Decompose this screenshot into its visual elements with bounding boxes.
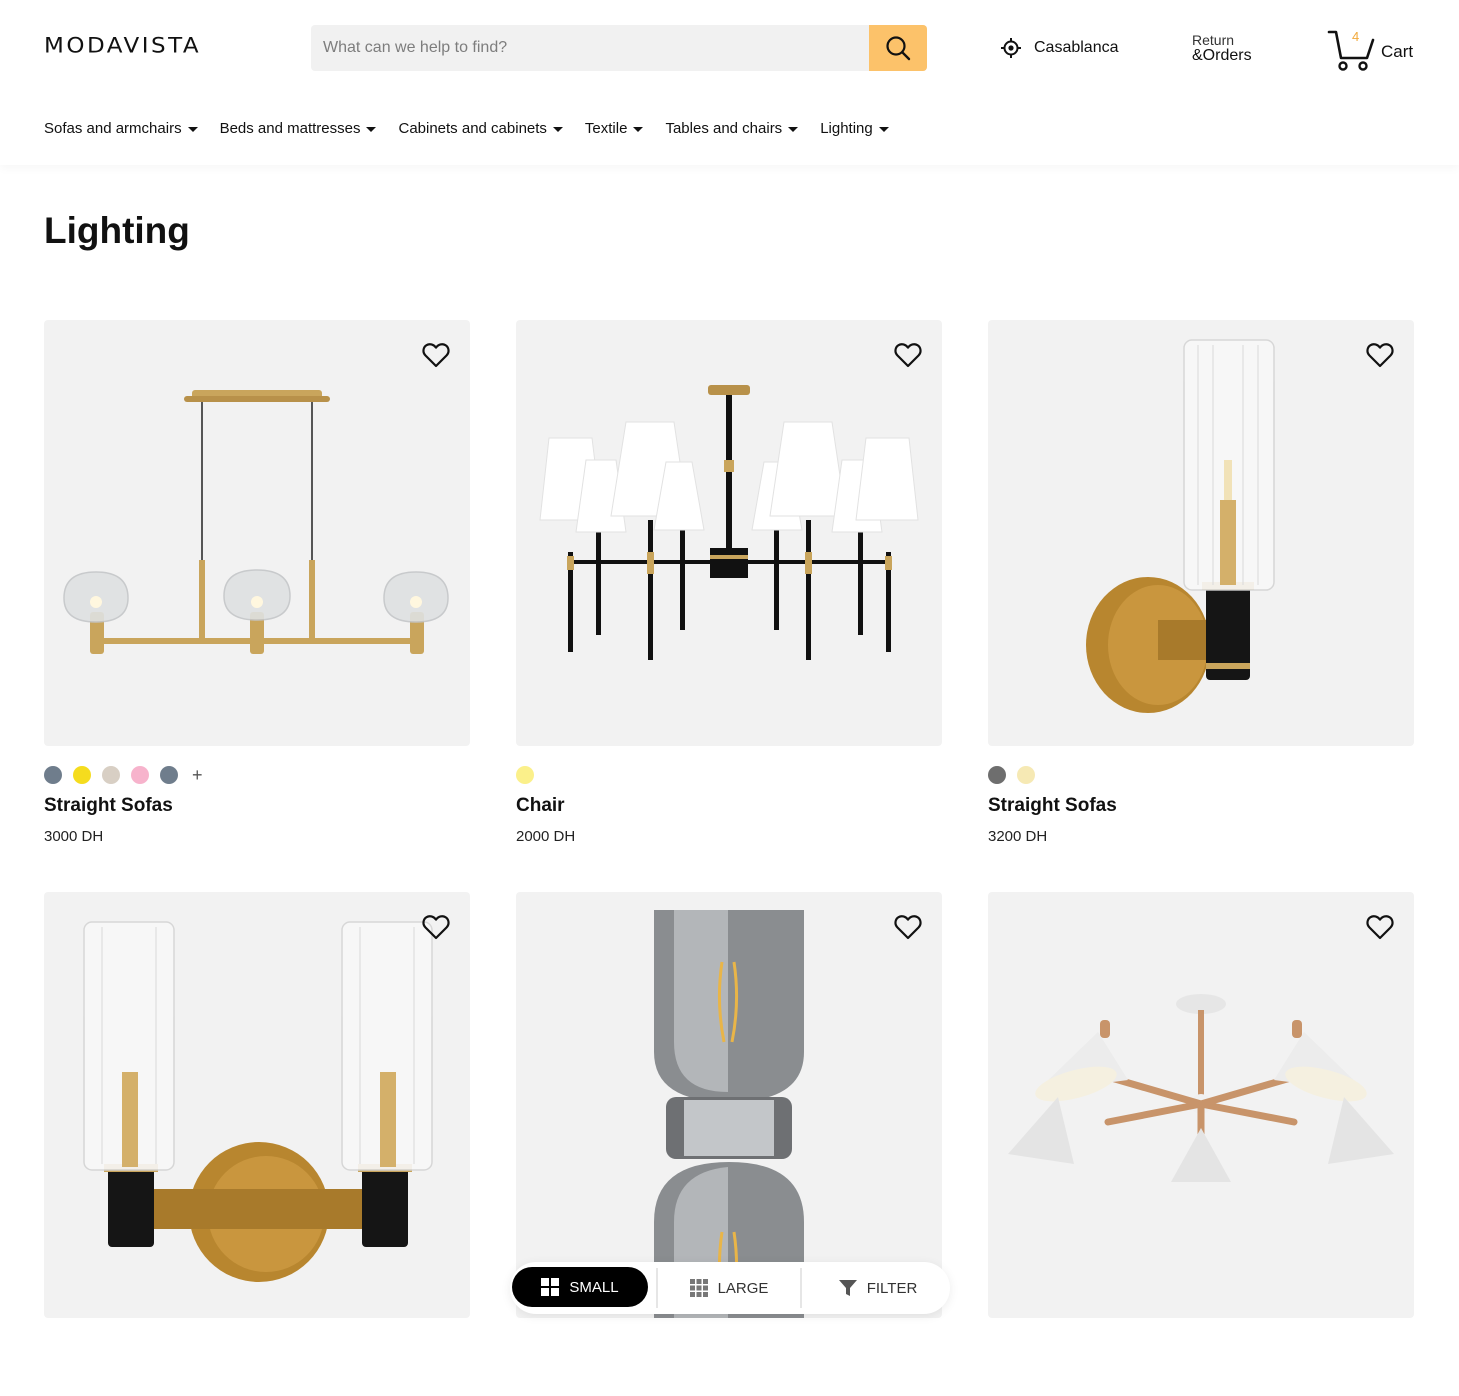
heart-icon[interactable] (1366, 914, 1394, 940)
product-price: 3200 DH (988, 828, 1048, 845)
product-image[interactable] (988, 892, 1414, 1318)
orders-line1: Return (1192, 32, 1235, 48)
view-large-label: LARGE (717, 1279, 769, 1297)
color-swatches (988, 766, 1414, 784)
cart-label: Cart (1381, 42, 1414, 61)
product-card[interactable] (44, 892, 470, 1318)
product-name[interactable]: Straight Sofas (44, 795, 470, 817)
heart-icon[interactable] (894, 342, 922, 368)
cart-count-badge: 4 (1352, 29, 1360, 44)
color-swatch[interactable] (131, 766, 149, 784)
caret-down-icon (633, 127, 644, 132)
view-small-label: SMALL (569, 1278, 619, 1296)
site-header: MODAVISTA Casablanca Return &Orders (0, 0, 1459, 165)
returns-orders-link[interactable]: Return &Orders (1192, 33, 1252, 64)
nav-item-tables[interactable]: Tables and chairs (665, 120, 799, 137)
cart-button[interactable]: 4 Cart (1327, 28, 1422, 74)
nav-label: Tables and chairs (665, 120, 783, 137)
search-bar (311, 25, 927, 71)
product-name[interactable]: Chair (516, 795, 942, 817)
product-image[interactable] (516, 320, 942, 746)
color-swatch[interactable] (102, 766, 120, 784)
color-swatch[interactable] (73, 766, 91, 784)
caret-down-icon (366, 127, 377, 132)
product-card[interactable]: + Straight Sofas 3000 DH (44, 320, 470, 845)
color-swatch[interactable] (160, 766, 178, 784)
product-card[interactable] (988, 892, 1414, 1318)
heart-icon[interactable] (422, 914, 450, 940)
orders-line2: &Orders (1192, 46, 1252, 64)
heart-icon[interactable] (422, 342, 450, 368)
heart-icon[interactable] (1366, 342, 1394, 368)
product-price: 2000 DH (516, 828, 576, 845)
caret-down-icon (878, 127, 889, 132)
nav-item-textile[interactable]: Textile (585, 120, 644, 137)
nav-label: Lighting (820, 120, 873, 137)
chandelier-icon (539, 385, 919, 660)
more-colors-button[interactable]: + (192, 766, 203, 784)
product-image[interactable] (44, 892, 470, 1318)
nav-label: Cabinets and cabinets (398, 120, 547, 137)
caret-down-icon (552, 127, 563, 132)
filter-button[interactable]: FILTER (806, 1268, 950, 1308)
color-swatch[interactable] (1017, 766, 1035, 784)
nav-item-sofas[interactable]: Sofas and armchairs (44, 120, 198, 137)
double-sconce-icon (83, 921, 433, 1282)
wall-sconce-icon (1086, 339, 1275, 713)
nav-item-cabinets[interactable]: Cabinets and cabinets (398, 120, 563, 137)
color-swatches: + (44, 766, 470, 784)
category-nav: Sofas and armchairs Beds and mattresses … (44, 120, 911, 137)
color-swatches (516, 766, 942, 784)
product-name[interactable]: Straight Sofas (988, 795, 1414, 817)
page-title: Lighting (44, 210, 190, 251)
product-card[interactable]: Straight Sofas 3200 DH (988, 320, 1414, 845)
product-image[interactable] (44, 320, 470, 746)
location-label: Casablanca (1034, 39, 1119, 56)
color-swatch[interactable] (988, 766, 1006, 784)
site-logo[interactable]: MODAVISTA (44, 34, 201, 58)
heart-icon[interactable] (894, 914, 922, 940)
nav-label: Beds and mattresses (219, 120, 361, 137)
chrome-pendant-icon (654, 910, 804, 1318)
product-card[interactable]: Chair 2000 DH (516, 320, 942, 845)
search-icon (886, 36, 911, 61)
caret-down-icon (187, 127, 198, 132)
nav-item-beds[interactable]: Beds and mattresses (220, 120, 377, 137)
toolbar-divider (656, 1268, 658, 1308)
nav-label: Sofas and armchairs (44, 120, 182, 137)
product-image[interactable] (988, 320, 1414, 746)
cone-chandelier-icon (1008, 994, 1394, 1182)
filter-funnel-icon (838, 1280, 857, 1296)
view-large-button[interactable]: LARGE (658, 1268, 802, 1308)
product-price: 3000 DH (44, 828, 104, 845)
linear-pendant-icon (63, 390, 449, 654)
view-small-button[interactable]: SMALL (512, 1267, 648, 1307)
caret-down-icon (788, 127, 799, 132)
search-input[interactable] (311, 25, 869, 71)
grid-3x3-icon (689, 1279, 708, 1297)
color-swatch[interactable] (44, 766, 62, 784)
location-selector[interactable]: Casablanca (1000, 37, 1119, 59)
view-toolbar: SMALL LARGE FILTER (510, 1262, 950, 1314)
location-target-icon (1001, 38, 1021, 58)
search-button[interactable] (869, 25, 927, 71)
grid-2x2-icon (541, 1278, 560, 1296)
product-card[interactable] (516, 892, 942, 1318)
filter-label: FILTER (866, 1279, 918, 1297)
color-swatch[interactable] (516, 766, 534, 784)
nav-label: Textile (584, 120, 628, 137)
product-image[interactable] (516, 892, 942, 1318)
nav-item-lighting[interactable]: Lighting (820, 120, 889, 137)
